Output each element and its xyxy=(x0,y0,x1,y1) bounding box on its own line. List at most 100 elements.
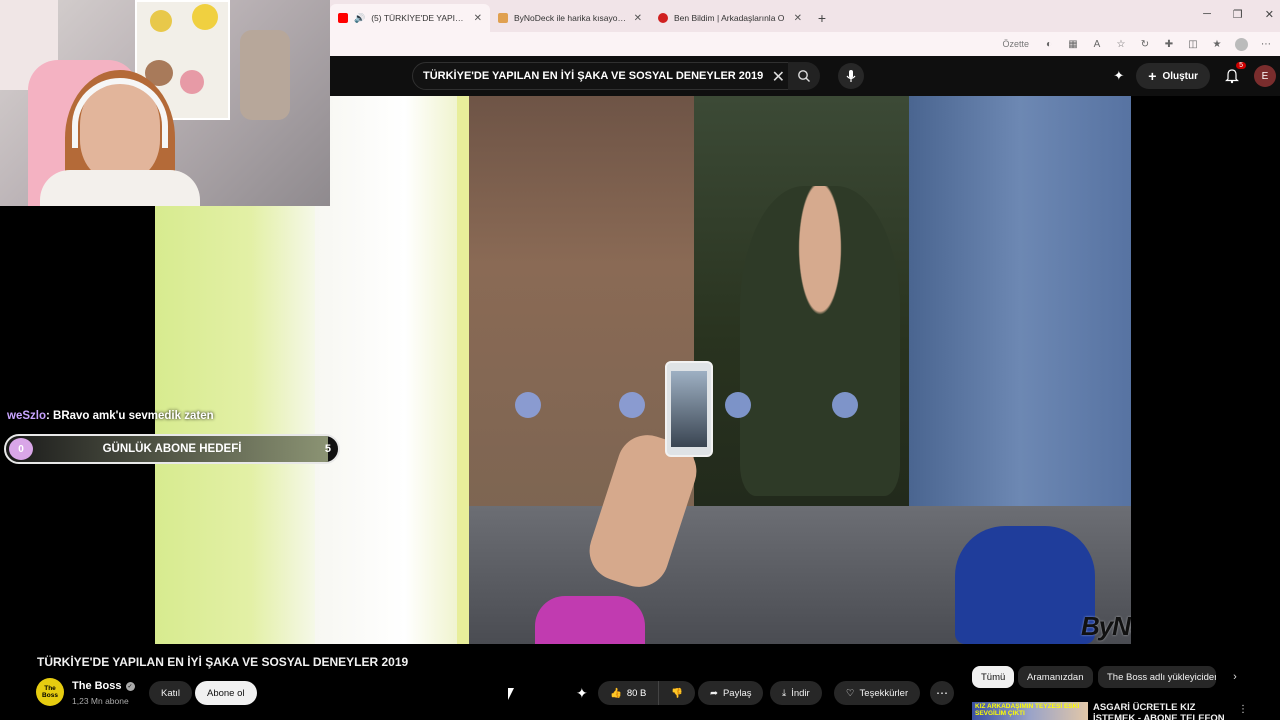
video-scene-phone xyxy=(665,361,713,457)
video-dot xyxy=(515,392,541,418)
bynodeck-favicon-icon xyxy=(498,13,508,23)
profile-avatar[interactable] xyxy=(1235,37,1248,51)
share-label: Paylaş xyxy=(722,687,752,699)
search-button[interactable] xyxy=(788,62,820,90)
channel-name-row[interactable]: The Boss ✓ xyxy=(72,680,135,692)
account-avatar[interactable]: E xyxy=(1254,65,1276,87)
dislike-button[interactable]: 👎 xyxy=(659,681,695,705)
video-title: TÜRKİYE'DE YAPILAN EN İYİ ŞAKA VE SOSYAL… xyxy=(37,655,409,669)
chat-message: weSzlo: BRavo amk'u sevmedik zaten xyxy=(7,410,214,422)
minimize-icon[interactable]: ─ xyxy=(1203,8,1211,21)
goal-max: 5 xyxy=(324,443,331,455)
speaker-icon[interactable]: 🔊 xyxy=(354,13,365,24)
subscribe-button[interactable]: Abone ol xyxy=(195,681,257,705)
join-button[interactable]: Katıl xyxy=(149,681,193,705)
chevron-right-icon[interactable]: › xyxy=(1226,668,1244,686)
browser-tab-youtube[interactable]: 🔊 (5) TÜRKİYE'DE YAPILAN EN ✕ xyxy=(330,4,490,32)
browser-tab-benbildim[interactable]: Ben Bildim | Arkadaşlarınla O ✕ xyxy=(650,4,810,32)
close-tab-icon[interactable]: ✕ xyxy=(794,13,802,24)
benbildim-favicon-icon xyxy=(658,13,668,23)
video-dot xyxy=(725,392,751,418)
share-button[interactable]: ➦ Paylaş xyxy=(698,681,764,705)
webcam-toy xyxy=(192,4,218,30)
video-scene-person xyxy=(740,186,900,496)
webcam-lamp xyxy=(240,30,290,120)
translate-icon[interactable]: ◐ xyxy=(1043,38,1055,50)
video-scene-shirt xyxy=(535,596,645,644)
recommendation-title[interactable]: ASGARİ ÜCRETLE KIZ İSTEMEK - ABONE TELEF… xyxy=(1093,702,1228,720)
notification-badge: 5 xyxy=(1236,62,1246,69)
notifications-button[interactable]: 5 xyxy=(1222,62,1246,86)
clear-search-icon[interactable]: ✕ xyxy=(772,67,785,87)
summary-button[interactable]: Özette xyxy=(1002,39,1029,49)
extensions-icon[interactable]: ✚ xyxy=(1163,38,1175,50)
read-aloud-icon[interactable]: A xyxy=(1091,38,1103,50)
video-scene-light xyxy=(315,96,465,644)
subscriber-count: 1,23 Mn abone xyxy=(72,696,129,706)
thumbs-down-icon: 👎 xyxy=(671,687,684,699)
create-label: Oluştur xyxy=(1162,70,1198,82)
download-label: İndir xyxy=(791,687,810,699)
search-query: TÜRKİYE'DE YAPILAN EN İYİ ŞAKA VE SOSYAL… xyxy=(423,70,764,82)
favorites-icon[interactable]: ★ xyxy=(1211,38,1223,50)
chat-username: weSzlo xyxy=(7,410,46,422)
bynodeck-watermark: ByNoDeck xyxy=(1080,611,1131,641)
browser-tab-bar: 🔊 (5) TÜRKİYE'DE YAPILAN EN ✕ ByNoDeck i… xyxy=(330,0,1280,32)
close-tab-icon[interactable]: ✕ xyxy=(634,13,642,24)
channel-avatar[interactable]: The Boss xyxy=(36,678,64,706)
goal-label: GÜNLÜK ABONE HEDEFİ xyxy=(102,443,242,455)
thanks-label: Teşekkürler xyxy=(859,687,909,699)
bell-icon xyxy=(1225,68,1239,83)
recommendation-thumbnail[interactable]: KIZ ARKADAŞIMIN TEYZESİ ESKİ SEVGİLİM ÇI… xyxy=(972,702,1088,720)
verified-check-icon: ✓ xyxy=(125,681,135,691)
microphone-icon xyxy=(846,70,856,82)
thanks-button[interactable]: ♡ Teşekkürler xyxy=(834,681,921,705)
maximize-icon[interactable]: ❐ xyxy=(1233,8,1243,21)
extension-icon[interactable]: ✦ xyxy=(1113,68,1124,84)
create-button[interactable]: + Oluştur xyxy=(1136,63,1210,89)
mouse-cursor-icon xyxy=(508,688,514,700)
youtube-header: TÜRKİYE'DE YAPILAN EN İYİ ŞAKA VE SOSYAL… xyxy=(330,56,1280,96)
browser-toolbar: Özette ◐ ▦ A ☆ ↻ ✚ ◫ ★ ⋯ xyxy=(330,32,1280,56)
video-scene-blue-panel xyxy=(909,96,1131,516)
webcam-toy xyxy=(180,70,204,94)
plus-icon: + xyxy=(1148,68,1157,84)
new-tab-button[interactable]: + xyxy=(810,4,834,32)
extension-action-icon[interactable]: ✦ xyxy=(576,685,588,702)
menu-icon[interactable]: ⋯ xyxy=(1260,38,1272,50)
more-horizontal-icon: ⋯ xyxy=(936,686,948,700)
share-arrow-icon: ➦ xyxy=(710,687,718,699)
split-screen-icon[interactable]: ◫ xyxy=(1187,38,1199,50)
like-dislike-group: 👍 80 B 👎 xyxy=(598,681,696,705)
channel-name[interactable]: The Boss xyxy=(72,680,122,692)
heart-dollar-icon: ♡ xyxy=(846,687,855,699)
more-vertical-icon[interactable]: ⋮ xyxy=(1238,704,1248,715)
tab-title: ByNoDeck ile harika kısayollar ya xyxy=(514,13,628,23)
chip-all[interactable]: Tümü xyxy=(972,666,1015,688)
video-scene-edge xyxy=(457,96,469,644)
thumbs-up-icon: 👍 xyxy=(610,687,622,699)
browser-tab-bynodeck[interactable]: ByNoDeck ile harika kısayollar ya ✕ xyxy=(490,4,650,32)
refresh-icon[interactable]: ↻ xyxy=(1139,38,1151,50)
youtube-favicon-icon xyxy=(338,13,348,23)
chat-text: : BRavo amk'u sevmedik zaten xyxy=(45,410,214,422)
header-actions: ✦ + Oluştur 5 E xyxy=(1113,62,1280,90)
voice-search-button[interactable] xyxy=(838,63,864,89)
video-dot xyxy=(619,392,645,418)
video-dot xyxy=(832,392,858,418)
download-button[interactable]: ⤓ İndir xyxy=(770,681,822,705)
streamer-webcam xyxy=(0,0,330,206)
close-tab-icon[interactable]: ✕ xyxy=(474,13,482,24)
apps-icon[interactable]: ▦ xyxy=(1067,38,1079,50)
tab-title: Ben Bildim | Arkadaşlarınla O xyxy=(674,13,785,23)
search-icon xyxy=(798,70,810,82)
favorite-star-icon[interactable]: ☆ xyxy=(1115,38,1127,50)
webcam-toy xyxy=(150,10,172,32)
search-input[interactable]: TÜRKİYE'DE YAPILAN EN İYİ ŞAKA VE SOSYAL… xyxy=(412,62,794,90)
close-window-icon[interactable]: ✕ xyxy=(1265,8,1274,21)
download-icon: ⤓ xyxy=(782,687,787,699)
chip-from-search[interactable]: Aramanızdan xyxy=(1018,666,1093,688)
more-actions-button[interactable]: ⋯ xyxy=(930,681,954,705)
chip-uploader[interactable]: The Boss adlı yükleyiciden xyxy=(1098,666,1216,688)
like-button[interactable]: 👍 80 B xyxy=(598,681,660,705)
